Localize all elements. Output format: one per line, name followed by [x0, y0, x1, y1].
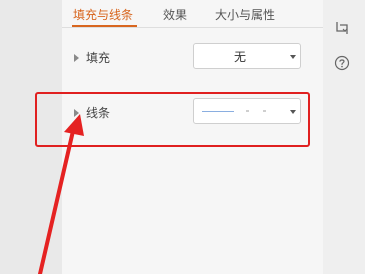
arrow-head [64, 114, 84, 136]
annotation-arrow [38, 114, 84, 274]
help-icon[interactable] [334, 55, 350, 71]
arrow-shaft [38, 129, 75, 274]
crop-rotate-icon[interactable] [334, 20, 350, 36]
